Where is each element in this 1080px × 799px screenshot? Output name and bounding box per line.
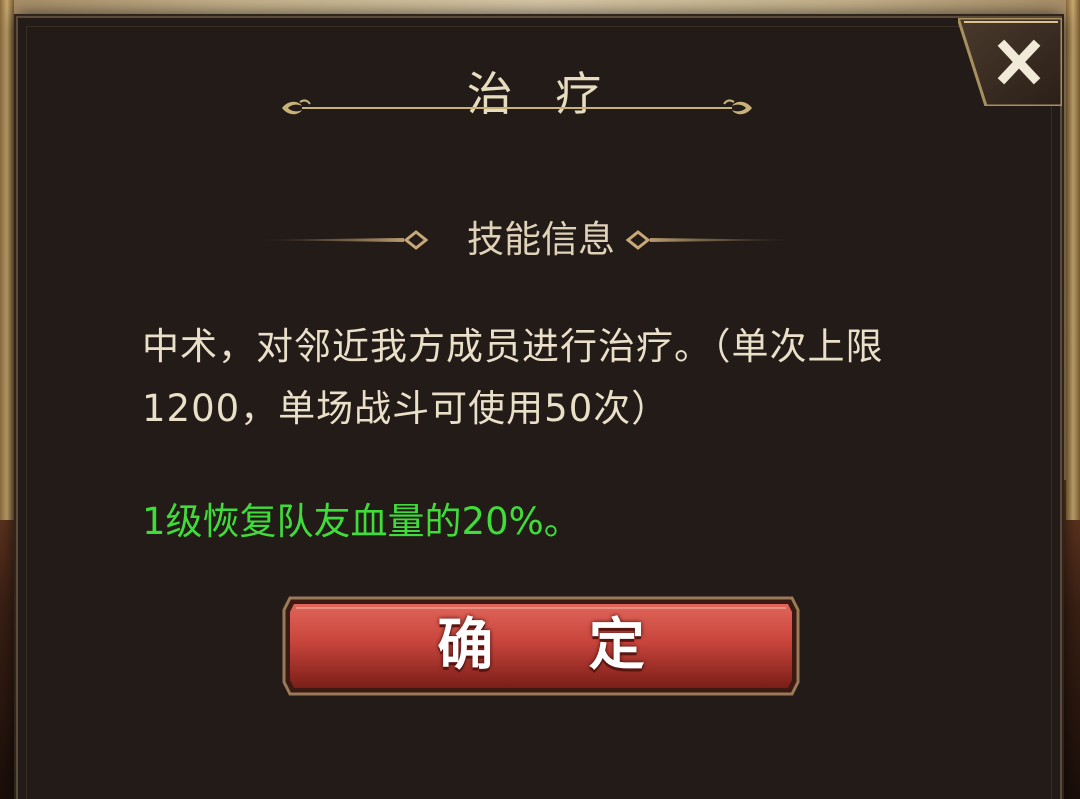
skill-description: 中术，对邻近我方成员进行治疗。（单次上限1200，单场战斗可使用50次） <box>142 325 884 430</box>
confirm-label: 确 定 <box>437 613 683 678</box>
close-button[interactable] <box>955 16 1064 108</box>
close-x-icon <box>955 16 1064 108</box>
skill-info-header: 技能信息 <box>18 210 1064 270</box>
section-title: 技能信息 <box>467 218 615 261</box>
skill-dialog: 治 疗 技能信息 中术，对邻近我方成员进行治疗。（单次上限1200，单场战斗可使… <box>16 16 1064 799</box>
confirm-button[interactable]: 确 定 <box>282 596 800 696</box>
scroll-edge-left <box>0 0 14 520</box>
section-divider-right <box>626 230 800 250</box>
scroll-edge-right <box>1066 0 1080 520</box>
title-ornament <box>282 99 752 115</box>
skill-effect: 1级恢复队友血量的20%。 <box>142 500 581 543</box>
